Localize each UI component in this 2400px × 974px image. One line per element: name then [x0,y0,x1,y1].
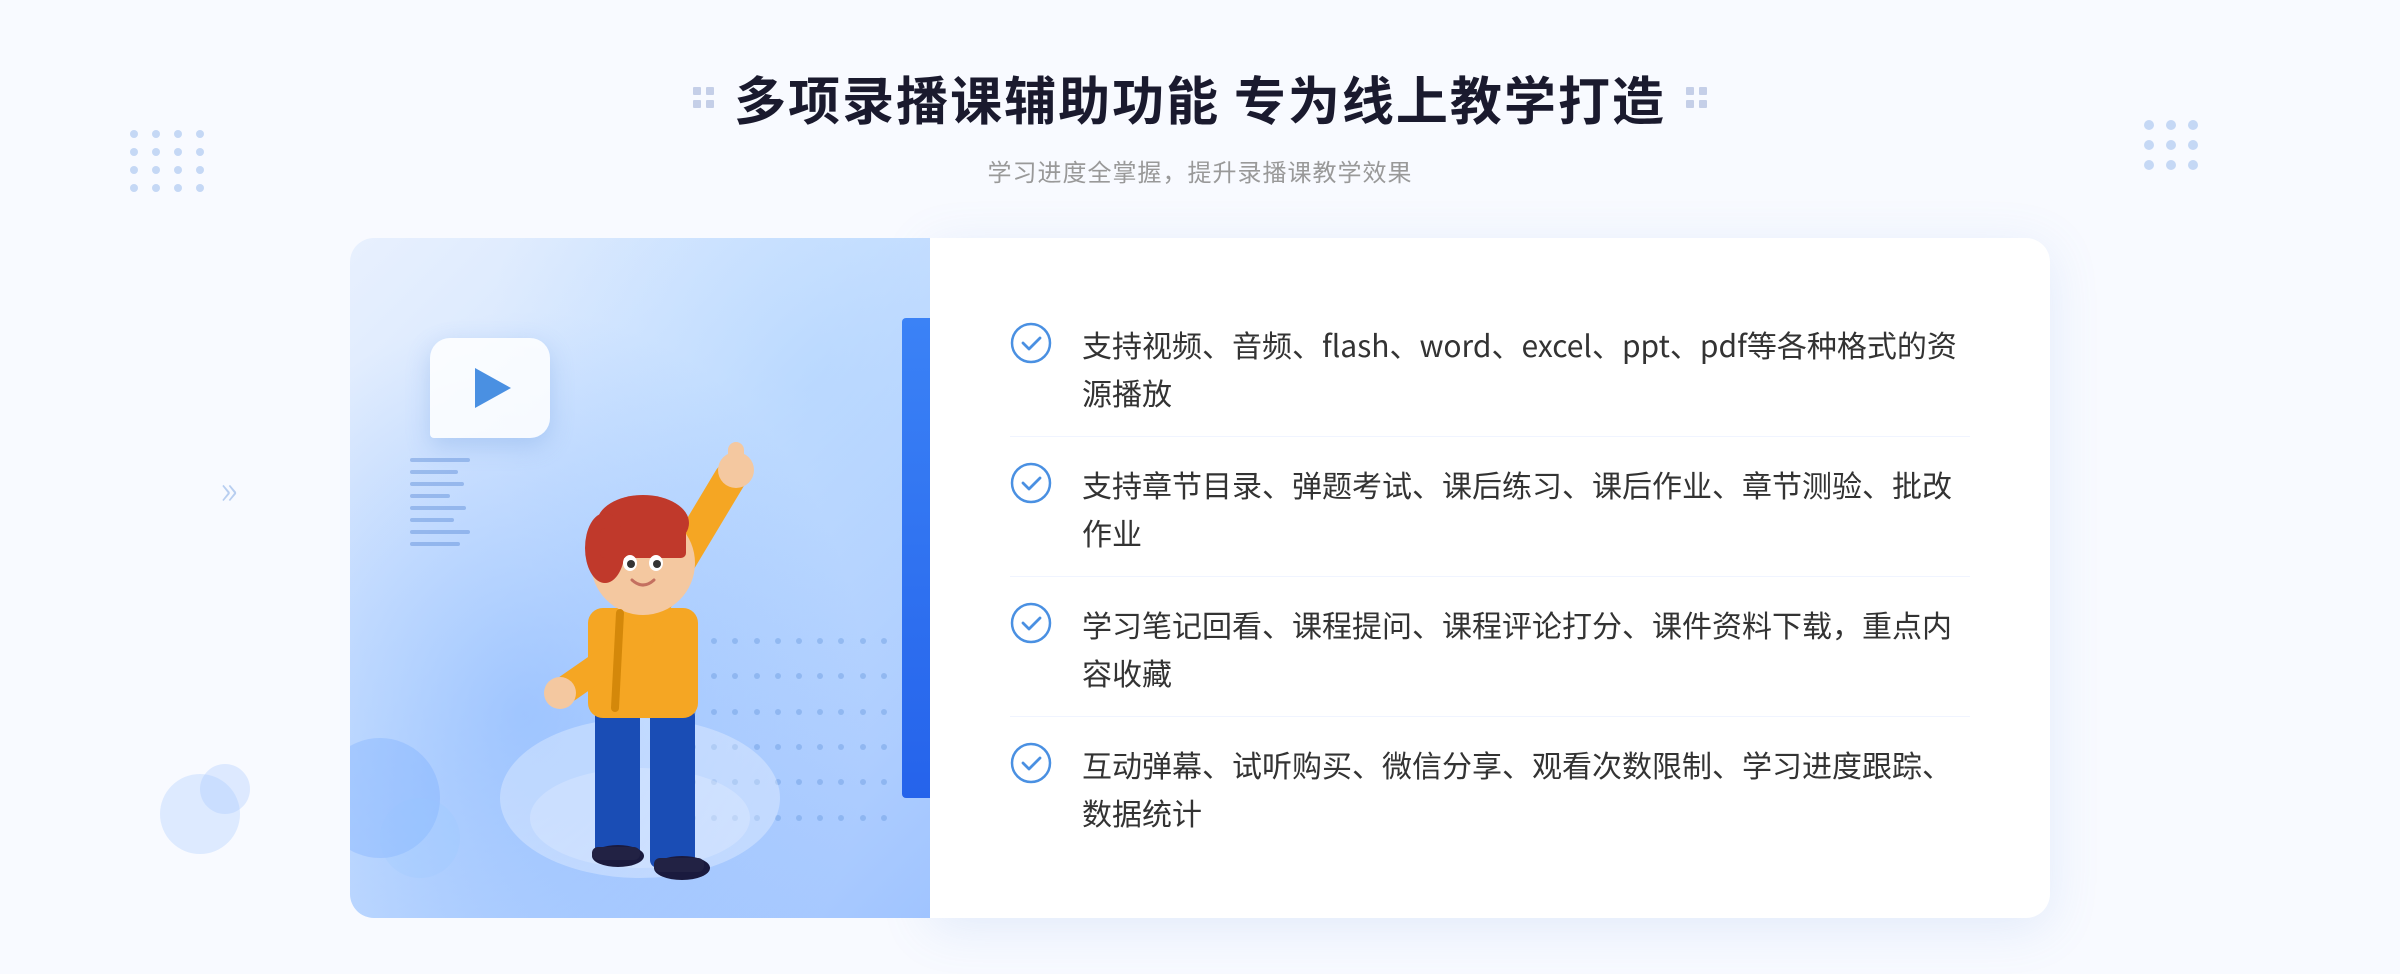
figure-container [440,398,840,918]
content-panel: 支持视频、音频、flash、word、excel、ppt、pdf等各种格式的资源… [930,238,2050,918]
feature-text-3: 学习笔记回看、课程提问、课程评论打分、课件资料下载，重点内容收藏 [1082,600,1970,696]
feature-item-3: 学习笔记回看、课程提问、课程评论打分、课件资料下载，重点内容收藏 [1010,580,1970,717]
subtitle: 学习进度全掌握，提升录播课教学效果 [693,153,1707,188]
bottom-left-circle-inner [200,764,250,814]
main-title: 多项录播课辅助功能 专为线上教学打造 [734,60,1666,135]
left-dots-decoration [130,130,208,192]
left-chevron-icon: » [220,458,238,516]
right-dots-decoration [2144,120,2200,170]
check-icon-1 [1010,322,1052,364]
feature-item-2: 支持章节目录、弹题考试、课后练习、课后作业、章节测验、批改作业 [1010,440,1970,577]
check-icon-3 [1010,602,1052,644]
title-right-dots [1686,87,1707,108]
feature-text-4: 互动弹幕、试听购买、微信分享、观看次数限制、学习进度跟踪、数据统计 [1082,740,1970,836]
header-section: 多项录播课辅助功能 专为线上教学打造 学习进度全掌握，提升录播课教学效果 [693,60,1707,188]
check-icon-4 [1010,742,1052,784]
feature-item-4: 互动弹幕、试听购买、微信分享、观看次数限制、学习进度跟踪、数据统计 [1010,720,1970,856]
page-container: » 多项录播课辅助功能 专为线上教学打造 学习进度全掌握，提升录播课教学效果 [0,0,2400,974]
content-area: 支持视频、音频、flash、word、excel、ppt、pdf等各种格式的资源… [350,238,2050,918]
left-arrows-decoration: » [220,458,238,516]
blue-accent-bar [902,318,930,798]
title-left-dots [693,87,714,108]
title-row: 多项录播课辅助功能 专为线上教学打造 [693,60,1707,135]
feature-text-2: 支持章节目录、弹题考试、课后练习、课后作业、章节测验、批改作业 [1082,460,1970,556]
check-icon-2 [1010,462,1052,504]
feature-text-1: 支持视频、音频、flash、word、excel、ppt、pdf等各种格式的资源… [1082,320,1970,416]
figure-svg [440,398,840,918]
illustration-panel [350,238,930,918]
feature-item-1: 支持视频、音频、flash、word、excel、ppt、pdf等各种格式的资源… [1010,300,1970,437]
